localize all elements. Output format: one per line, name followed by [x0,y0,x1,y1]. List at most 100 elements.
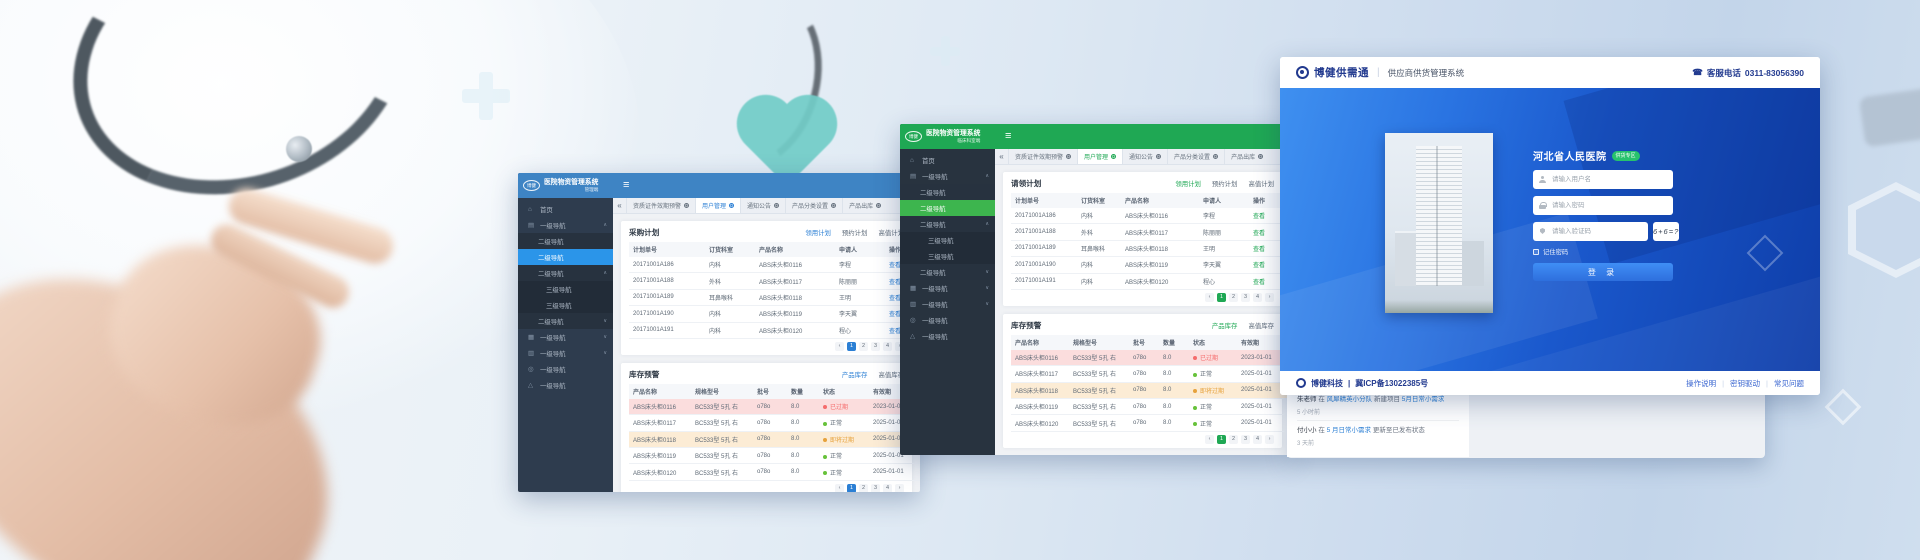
sidebar-item[interactable]: ▦一级导航∨ [900,280,995,296]
tab[interactable]: 产品出库 [1224,149,1269,164]
sidebar-item[interactable]: 二级导航 [518,233,613,249]
card-link[interactable]: 高值计划 [1248,179,1274,188]
sidebar-item[interactable]: 三级导航 [900,232,995,248]
card-link[interactable]: 预约计划 [1212,179,1238,188]
view-link[interactable]: 查看 [1253,214,1265,220]
page-button[interactable]: ‹ [835,342,844,351]
card-link[interactable]: 预约计划 [842,228,868,237]
captcha-input[interactable] [1550,227,1642,236]
password-input[interactable] [1550,201,1667,210]
page-button[interactable]: ‹ [835,484,844,492]
card-link[interactable]: 产品库存 [1212,321,1238,330]
page-button[interactable]: 2 [859,342,868,351]
card-link[interactable]: 高值库存 [1248,321,1274,330]
login-button[interactable]: 登 录 [1533,263,1673,281]
page-button[interactable]: 3 [871,342,880,351]
view-link[interactable]: 查看 [1253,280,1265,286]
tab[interactable]: 用户管理 [695,198,740,213]
sidebar-item[interactable]: ▦一级导航∨ [518,329,613,345]
menu-toggle-icon[interactable]: ≡ [623,179,629,191]
sidebar-item[interactable]: 三级导航 [900,248,995,264]
page-button[interactable]: 1 [1217,293,1226,302]
sidebar-item[interactable]: 二级导航 [518,249,613,265]
tab-close-icon[interactable] [1156,154,1161,159]
sidebar-item[interactable]: 三级导航 [518,297,613,313]
card-link[interactable]: 领用计划 [1175,179,1201,188]
page-button[interactable]: 3 [1241,435,1250,444]
sidebar-item[interactable]: △一级导航 [900,328,995,344]
page-button[interactable]: 4 [1253,435,1262,444]
tab-close-icon[interactable] [876,203,881,208]
menu-toggle-icon[interactable]: ≡ [1005,130,1011,142]
sidebar-item[interactable]: 二级导航∨ [900,264,995,280]
page-button[interactable]: 1 [847,342,856,351]
page-button[interactable]: 1 [1217,435,1226,444]
password-field[interactable] [1533,196,1673,215]
tab[interactable]: 产品出库 [842,198,887,213]
captcha-field[interactable] [1533,222,1648,241]
page-button[interactable]: › [1265,435,1274,444]
sidebar-item[interactable]: ▥一级导航∨ [518,345,613,361]
page-button[interactable]: 2 [859,484,868,492]
tab[interactable]: 通知公告 [1122,149,1167,164]
tab-close-icon[interactable] [729,203,734,208]
sidebar-item[interactable]: ⌂首页 [900,152,995,168]
sidebar-item[interactable]: ▤一级导航∧ [518,217,613,233]
tab-close-icon[interactable] [1111,154,1116,159]
page-button[interactable]: 4 [883,484,892,492]
tab[interactable]: 产品分类设置 [785,198,842,213]
page-button[interactable]: 4 [1253,293,1262,302]
tab-close-icon[interactable] [1066,154,1071,159]
feed-link[interactable]: 5月日常小需求 [1402,396,1445,403]
tab[interactable]: 资质证件效期预警 [626,198,695,213]
tab[interactable]: 产品分类设置 [1167,149,1224,164]
sidebar-item[interactable]: 二级导航 [900,184,995,200]
page-button[interactable]: › [895,484,904,492]
page-button[interactable]: ‹ [1205,435,1214,444]
tab-close-icon[interactable] [1258,154,1263,159]
tabs-collapse-icon[interactable]: « [995,152,1008,161]
page-button[interactable]: ‹ [1205,293,1214,302]
feed-link[interactable]: 5 月日常小需求 [1327,427,1373,434]
view-link[interactable]: 查看 [1253,263,1265,269]
card-link[interactable]: 产品库存 [842,370,868,379]
page-button[interactable]: 2 [1229,435,1238,444]
card-link[interactable]: 领用计划 [805,228,831,237]
sidebar-item[interactable]: 二级导航∧ [518,265,613,281]
username-input[interactable] [1550,175,1667,184]
page-button[interactable]: 3 [871,484,880,492]
tab[interactable]: 用户管理 [1077,149,1122,164]
tab-close-icon[interactable] [684,203,689,208]
sidebar-item[interactable]: 二级导航∧ [900,216,995,232]
tab[interactable]: 通知公告 [740,198,785,213]
captcha-image[interactable]: 6+6=? [1653,222,1679,241]
username-field[interactable] [1533,170,1673,189]
sidebar-item[interactable]: 三级导航 [518,281,613,297]
footer-link[interactable]: 密钥驱动 [1730,378,1760,389]
feed-link[interactable]: 风犀精英小分队 [1327,396,1374,403]
tab-close-icon[interactable] [774,203,779,208]
page-button[interactable]: 3 [1241,293,1250,302]
view-link[interactable]: 查看 [1253,247,1265,253]
sidebar-item[interactable]: 二级导航∨ [518,313,613,329]
footer-link[interactable]: 操作说明 [1686,378,1716,389]
page-button[interactable]: › [1265,293,1274,302]
checkbox-icon[interactable] [1533,249,1539,255]
sidebar-item[interactable]: ◎一级导航 [900,312,995,328]
tabs-collapse-icon[interactable]: « [613,201,626,210]
sidebar-item[interactable]: 二级导航 [900,200,995,216]
sidebar-item[interactable]: ◎一级导航 [518,361,613,377]
remember-password[interactable]: 记住密码 [1533,247,1673,256]
view-link[interactable]: 查看 [1253,231,1265,237]
sidebar-item[interactable]: ▥一级导航∨ [900,296,995,312]
sidebar-item[interactable]: △一级导航 [518,377,613,393]
page-button[interactable]: 2 [1229,293,1238,302]
sidebar-item[interactable]: ▤一级导航∧ [900,168,995,184]
tab[interactable]: 资质证件效期预警 [1008,149,1077,164]
footer-link[interactable]: 常见问题 [1774,378,1804,389]
tab-close-icon[interactable] [831,203,836,208]
sidebar-item[interactable]: ⌂首页 [518,201,613,217]
tab-close-icon[interactable] [1213,154,1218,159]
page-button[interactable]: 1 [847,484,856,492]
page-button[interactable]: 4 [883,342,892,351]
